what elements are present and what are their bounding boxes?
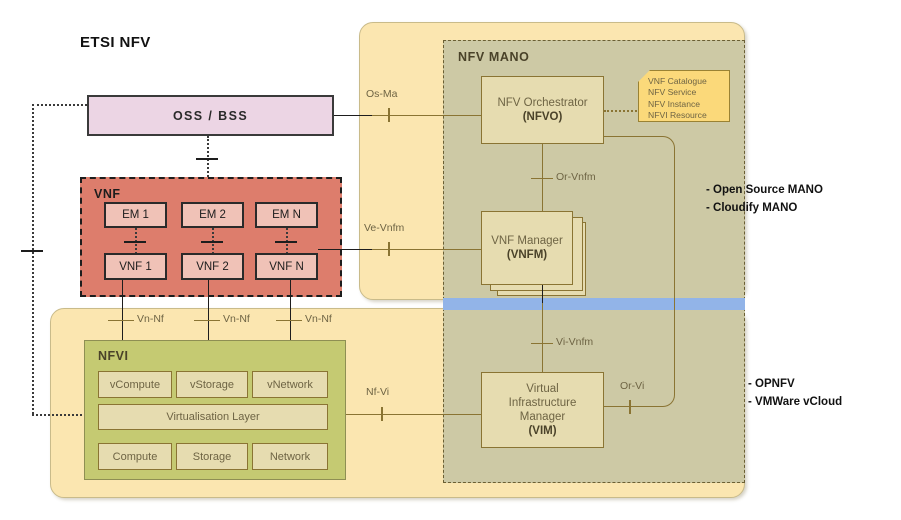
ve-vnfm-link-dark <box>318 249 374 250</box>
nfvi-network[interactable]: Network <box>252 443 328 470</box>
ve-vnfm-tick <box>388 242 390 256</box>
or-vnfm-link <box>542 144 543 220</box>
reference-point-tick-left <box>21 250 43 252</box>
or-vnfm-tick <box>531 178 553 179</box>
reference-point-os-ma: Os-Ma <box>366 88 398 100</box>
nfvi-compute[interactable]: Compute <box>98 443 172 470</box>
vim-line1: Virtual <box>526 382 559 395</box>
nfvo-line2: (NFVO) <box>522 111 563 123</box>
vn-nf-tickbar-2 <box>194 320 220 321</box>
vim-line2: Infrastructure <box>508 396 577 409</box>
reference-point-or-vnfm: Or-Vnfm <box>556 171 596 183</box>
vnf-box-2[interactable]: VNF 2 <box>181 253 244 280</box>
nfvi-compute-label: Compute <box>112 450 158 463</box>
vnf-label-1: VNF 1 <box>119 260 152 273</box>
annotation-nfvi-item-2: - VMWare vCloud <box>748 395 843 408</box>
vnf-label-n: VNF N <box>269 260 304 273</box>
os-ma-link-dark <box>334 115 374 116</box>
vn-nf-tickbar-3 <box>276 320 302 321</box>
emn-vnfn-tick <box>275 241 297 243</box>
em-label-n: EM N <box>272 209 301 221</box>
vnfm-line2: (VNFM) <box>506 249 548 261</box>
vnf-box-1[interactable]: VNF 1 <box>104 253 167 280</box>
nfvi-storage[interactable]: Storage <box>176 443 248 470</box>
em1-vnf1-tick <box>124 241 146 243</box>
oss-nfvi-dotted-top <box>32 104 87 106</box>
vn-nf-tickbar-1 <box>108 320 134 321</box>
nfvi-virtualisation-layer-label: Virtualisation Layer <box>166 411 260 423</box>
catalogue-item-4: NFVI Resource <box>648 110 707 121</box>
reference-point-vn-nf-2: Vn-Nf <box>223 313 250 325</box>
vnf-manager-box[interactable]: VNF Manager (VNFM) <box>481 211 573 285</box>
or-vi-tick <box>629 400 631 414</box>
or-vi-elbow <box>604 136 675 407</box>
annotation-mano-item-1: - Open Source MANO <box>706 184 823 196</box>
nfvi-vcompute[interactable]: vCompute <box>98 371 172 398</box>
nfvi-vnetwork-label: vNetwork <box>267 378 313 391</box>
catalogue-item-3: NFV Instance <box>648 98 701 109</box>
blue-separator-band <box>443 298 745 310</box>
annotation-nfvi-implementations: - OPNFV - VMWare vCloud <box>748 376 842 412</box>
oss-vnf-tick <box>196 158 218 160</box>
annotation-mano-implementations: - Open Source MANO - Cloudify MANO <box>706 182 823 218</box>
catalogue-item-1: VNF Catalogue <box>648 76 707 86</box>
vim-line3: Manager <box>519 411 566 423</box>
vim-line4: (VIM) <box>528 425 557 438</box>
oss-nfvi-dotted-left <box>32 104 34 414</box>
vi-vnfm-tick <box>531 343 553 344</box>
nfv-orchestrator-box[interactable]: NFV Orchestrator (NFVO) <box>481 76 604 144</box>
vnf-region-label: VNF <box>94 187 121 201</box>
catalogue-note: VNF Catalogue NFV Service NFV Instance N… <box>638 70 730 122</box>
annotation-nfvi-item-1: - OPNFV <box>748 378 795 390</box>
nf-vi-tick <box>381 407 383 421</box>
nfvo-catalogue-link <box>604 110 640 112</box>
vi-vnfm-link <box>542 303 543 375</box>
nfvi-storage-label: Storage <box>192 450 232 463</box>
em-label-2: EM 2 <box>199 209 226 221</box>
reference-point-vn-nf-3: Vn-Nf <box>305 313 332 325</box>
page-title: ETSI NFV <box>80 34 151 51</box>
catalogue-item-2: NFV Service <box>648 87 697 98</box>
nfv-mano-label: NFV MANO <box>458 50 530 64</box>
reference-point-vi-vnfm: Vi-Vnfm <box>556 336 594 348</box>
reference-point-or-vi: Or-Vi <box>620 380 645 392</box>
nf-vi-link <box>346 414 481 415</box>
nfvi-vcompute-label: vCompute <box>109 378 161 391</box>
oss-nfvi-dotted-bottom <box>32 414 90 416</box>
reference-point-ve-vnfm: Ve-Vnfm <box>364 222 405 234</box>
diagram-canvas: ETSI NFV NFV MANO OSS / BSS Os-Ma VNF EM… <box>0 0 901 520</box>
nfvi-vstorage[interactable]: vStorage <box>176 371 248 398</box>
em-label-1: EM 1 <box>122 209 149 221</box>
vim-box[interactable]: Virtual Infrastructure Manager (VIM) <box>481 372 604 448</box>
oss-bss-label: OSS / BSS <box>172 108 249 123</box>
annotation-mano-item-2: - Cloudify MANO <box>706 201 798 214</box>
reference-point-vn-nf-1: Vn-Nf <box>137 313 164 325</box>
vnfm-line1: VNF Manager <box>491 234 563 247</box>
reference-point-nf-vi: Nf-Vi <box>366 386 390 398</box>
em2-vnf2-tick <box>201 241 223 243</box>
nfvi-region-label: NFVI <box>98 349 129 363</box>
oss-bss-box[interactable]: OSS / BSS <box>87 95 334 136</box>
em-box-2[interactable]: EM 2 <box>181 202 244 228</box>
os-ma-tick <box>388 108 390 122</box>
nfvi-vnetwork[interactable]: vNetwork <box>252 371 328 398</box>
nfvi-vstorage-label: vStorage <box>189 378 235 391</box>
em-box-1[interactable]: EM 1 <box>104 202 167 228</box>
vnf-box-n[interactable]: VNF N <box>255 253 318 280</box>
em-box-n[interactable]: EM N <box>255 202 318 228</box>
nfvo-line1: NFV Orchestrator <box>497 96 588 109</box>
vnf-label-2: VNF 2 <box>196 260 229 273</box>
vnfm-band-link <box>542 285 543 303</box>
nfvi-network-label: Network <box>269 450 311 463</box>
nfvi-virtualisation-layer[interactable]: Virtualisation Layer <box>98 404 328 430</box>
